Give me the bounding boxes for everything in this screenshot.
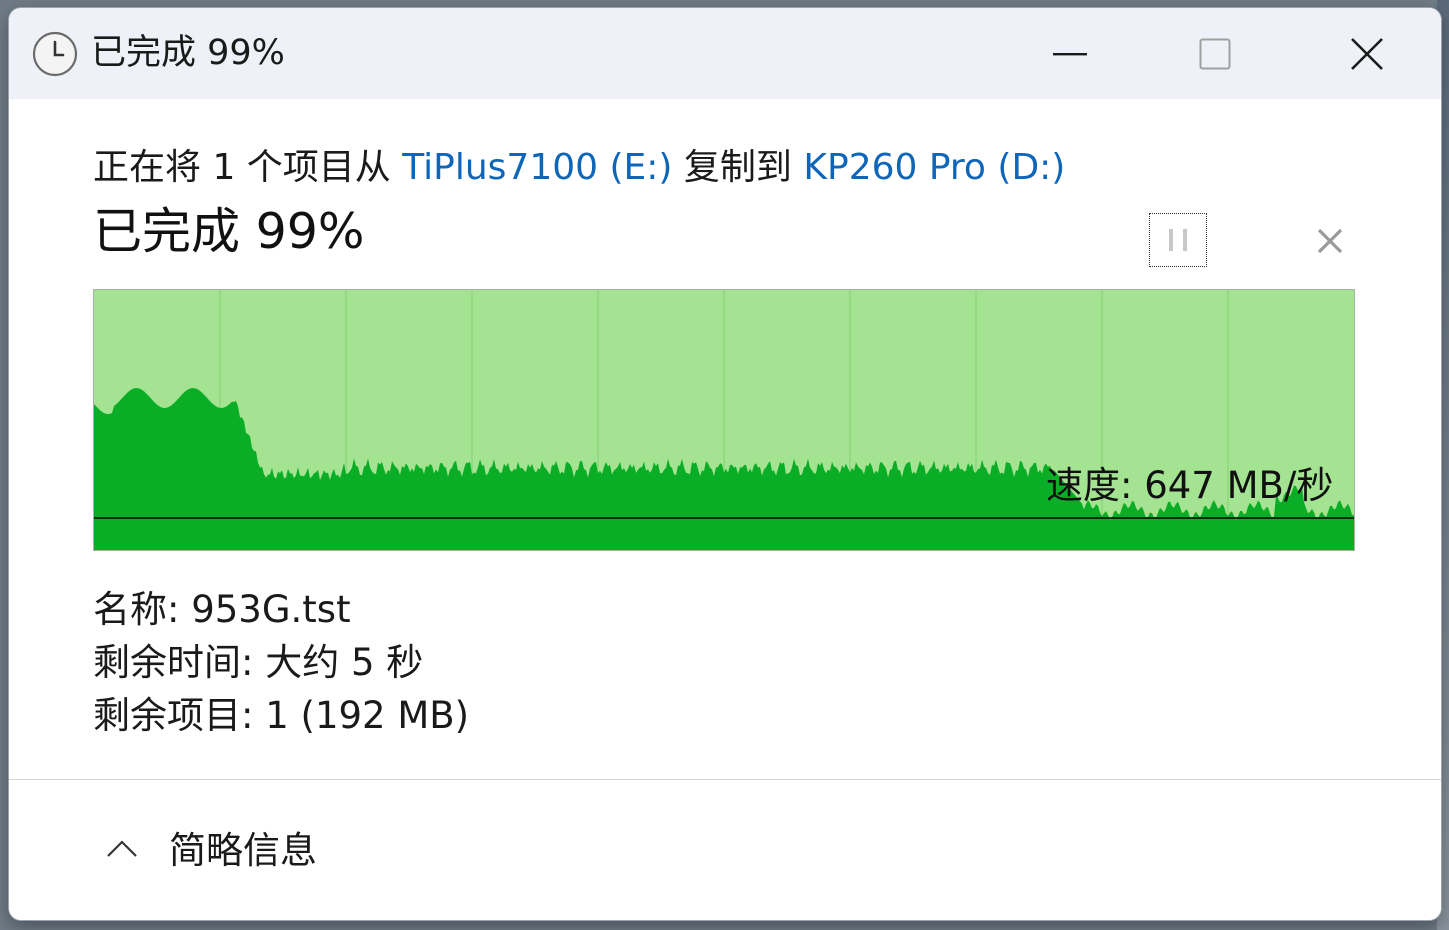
- copy-description: 正在将 1 个项目从 TiPlus7100 (E:) 复制到 KP260 Pro…: [93, 143, 1065, 193]
- fewer-details-toggle[interactable]: 简略信息: [89, 810, 389, 890]
- footer: 简略信息: [9, 779, 1441, 920]
- copy-middle: 复制到: [683, 147, 792, 188]
- pause-icon: [1169, 229, 1187, 251]
- items-remaining: 剩余项目: 1 (192 MB): [93, 694, 470, 737]
- title-bar[interactable]: 已完成 99%: [9, 8, 1441, 99]
- maximize-icon: [1199, 38, 1230, 69]
- maximize-button[interactable]: [1142, 8, 1287, 99]
- close-button[interactable]: [1292, 8, 1441, 99]
- destination-drive-link[interactable]: KP260 Pro (D:): [803, 147, 1065, 188]
- clock-icon: [32, 31, 78, 77]
- copy-prefix: 正在将 1 个项目从: [93, 147, 391, 188]
- source-drive-link[interactable]: TiPlus7100 (E:): [402, 147, 672, 188]
- pause-button[interactable]: [1149, 213, 1207, 267]
- minimize-button[interactable]: [997, 8, 1142, 99]
- fewer-details-label: 简略信息: [169, 829, 317, 872]
- speed-label: 速度: 647 MB/秒: [1046, 464, 1334, 507]
- progress-heading: 已完成 99%: [93, 203, 365, 260]
- dialog-content: 正在将 1 个项目从 TiPlus7100 (E:) 复制到 KP260 Pro…: [9, 99, 1441, 779]
- chevron-up-icon: [107, 840, 137, 857]
- speed-graph-svg: [94, 290, 1354, 550]
- details-section: 名称: 953G.tst 剩余时间: 大约 5 秒 剩余项目: 1 (192 M…: [93, 583, 469, 742]
- minimize-icon: [1052, 52, 1087, 55]
- close-icon: [1350, 37, 1383, 70]
- file-name: 名称: 953G.tst: [93, 588, 351, 631]
- transfer-speed-graph: 速度: 647 MB/秒: [93, 289, 1355, 551]
- file-copy-dialog: 已完成 99% 正在将 1 个项目从 TiPlus7100 (E:) 复制到 K…: [9, 8, 1441, 920]
- time-remaining: 剩余时间: 大约 5 秒: [93, 641, 424, 684]
- window-title: 已完成 99%: [91, 33, 285, 73]
- cancel-x-icon: [1317, 228, 1343, 254]
- cancel-copy-button[interactable]: [1302, 213, 1358, 269]
